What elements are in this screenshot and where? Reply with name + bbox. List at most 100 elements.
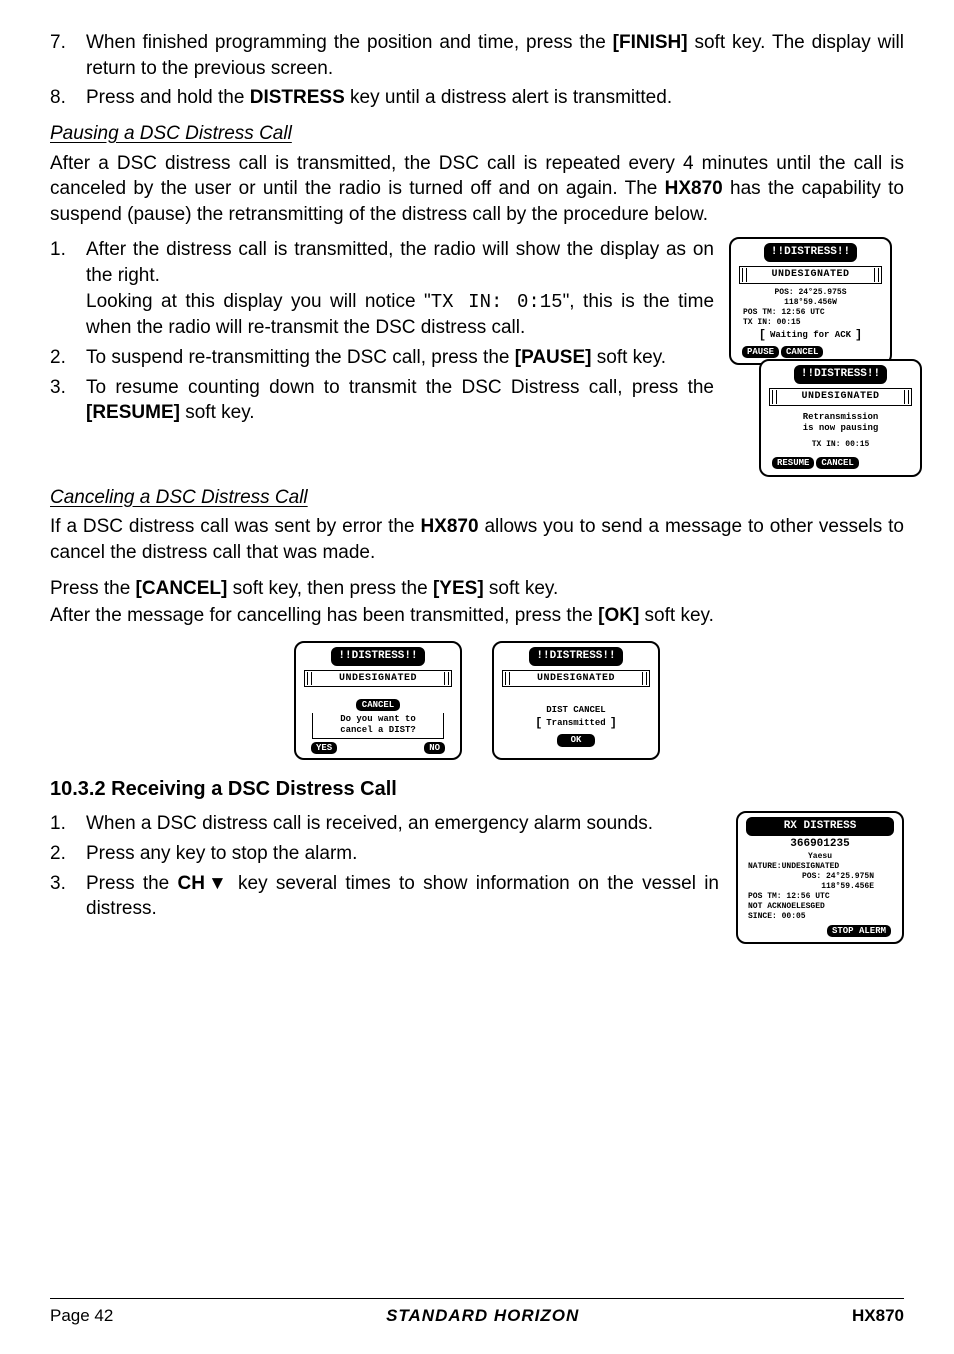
cancel-midtitle: CANCEL [356,699,400,711]
finish-key: [FINISH] [613,32,688,53]
display-title: !!DISTRESS!! [794,365,887,384]
step-number: 2. [50,841,66,867]
line: TX IN: 00:15 [767,440,914,450]
text: After the message for cancelling has bee… [50,605,598,626]
line: TX IN: 00:15 [737,318,884,328]
model-ref: HX870 [420,516,478,537]
display-body: POS: 24°25.975S 118°59.456W POS TM: 12:5… [737,288,884,343]
line: Waiting for ACK [770,330,851,341]
display-title: !!DISTRESS!! [331,647,424,666]
line: NATURE:UNDESIGNATED [744,862,896,872]
display-cancel-transmitted: !!DISTRESS!! UNDESIGNATED DIST CANCEL [T… [492,641,660,760]
distress-key: DISTRESS [250,87,345,108]
rx-display-wrap: RX DISTRESS 366901235 Yaesu NATURE:UNDES… [736,811,904,944]
text: If a DSC distress call was sent by error… [50,516,420,537]
display-title: RX DISTRESS [746,817,894,836]
line: POS TM: 12:56 UTC [737,308,884,318]
line: SINCE: 00:05 [744,912,896,922]
step-number: 3. [50,871,66,897]
text: When a DSC distress call is received, an… [86,813,653,834]
text: Press the [50,578,136,599]
display-subtitle: UNDESIGNATED [769,388,912,406]
waiting-row: [Waiting for ACK] [737,328,884,343]
display-title: !!DISTRESS!! [529,647,622,666]
line: NOT ACKNOELESGED [744,902,896,912]
text: To suspend re-transmitting the DSC call,… [86,347,515,368]
step-7: 7. When finished programming the positio… [86,30,904,81]
display-body: Retransmission is now pausing TX IN: 00:… [767,410,914,455]
step-text-after: key until a distress alert is transmitte… [345,87,672,108]
no-softkey[interactable]: NO [424,742,445,754]
step-number: 1. [50,811,66,837]
text: soft key, then press the [227,578,433,599]
line: Transmitted [546,718,605,729]
cancel-instruction-2: After the message for cancelling has bee… [50,603,904,629]
ch-down-key: CH▼ [178,873,230,894]
display-rx-distress: RX DISTRESS 366901235 Yaesu NATURE:UNDES… [736,811,904,944]
pausing-paragraph: After a DSC distress call is transmitted… [50,151,904,228]
yes-softkey[interactable]: YES [311,742,337,754]
step-number: 2. [50,345,66,371]
resume-key: [RESUME] [86,402,180,423]
step-number: 7. [50,30,66,56]
line: POS TM: 12:56 UTC [744,892,896,902]
ok-softkey[interactable]: OK [557,734,596,746]
cancel-key: [CANCEL] [136,578,228,599]
pause-key: [PAUSE] [515,347,592,368]
text: soft key. [639,605,714,626]
text: After the distress call is transmitted, … [86,239,714,286]
recv-step-1: 1. When a DSC distress call is received,… [86,811,719,837]
text: To resume counting down to transmit the … [86,377,714,398]
display-title: !!DISTRESS!! [764,243,857,262]
step-8: 8. Press and hold the DISTRESS key until… [86,85,904,111]
cancel-softkey[interactable]: CANCEL [816,457,858,469]
intro-steps: 7. When finished programming the positio… [50,30,904,111]
page-number: Page 42 [50,1305,113,1328]
confirm-box: Do you want to cancel a DIST? [312,713,444,740]
resume-softkey[interactable]: RESUME [772,457,814,469]
pause-step-1: 1. After the distress call is transmitte… [86,237,714,341]
stop-alarm-softkey[interactable]: STOP ALERM [827,925,891,937]
ok-key: [OK] [598,605,639,626]
step-text: When finished programming the position a… [86,32,613,53]
step-number: 8. [50,85,66,111]
display-distress-waiting: !!DISTRESS!! UNDESIGNATED POS: 24°25.975… [729,237,892,365]
tx-in-label: TX IN: 0:15 [431,291,563,313]
step-number: 3. [50,375,66,401]
model-ref: HX870 [665,178,723,199]
text: Looking at this display you will notice … [86,291,431,312]
display-subtitle: UNDESIGNATED [304,670,452,688]
line: cancel a DIST? [313,725,443,736]
display-cancel-confirm: !!DISTRESS!! UNDESIGNATED CANCEL Do you … [294,641,462,760]
page-footer: Page 42 STANDARD HORIZON HX870 [50,1298,904,1328]
display-subtitle: UNDESIGNATED [739,266,882,284]
line: DIST CANCEL [500,705,652,716]
pause-softkey[interactable]: PAUSE [742,346,779,358]
pausing-heading: Pausing a DSC Distress Call [50,121,904,147]
pause-step-2: 2. To suspend re-transmitting the DSC ca… [86,345,714,371]
step-number: 1. [50,237,66,263]
display-body: 366901235 Yaesu NATURE:UNDESIGNATED POS:… [744,838,896,922]
cancel-softkey[interactable]: CANCEL [781,346,823,358]
yes-key: [YES] [433,578,484,599]
cancel-instruction-1: Press the [CANCEL] soft key, then press … [50,576,904,602]
line: Yaesu [744,852,896,862]
line: POS: 24°25.975N [744,872,896,882]
step-text: Press and hold the [86,87,250,108]
pause-displays: !!DISTRESS!! UNDESIGNATED POS: 24°25.975… [729,237,904,476]
line: 118°59.456W [737,298,884,308]
text: Press any key to stop the alarm. [86,843,357,864]
text: soft key. [591,347,666,368]
line: POS: 24°25.975S [737,288,884,298]
pause-step-3: 3. To resume counting down to transmit t… [86,375,714,426]
line: Do you want to [313,714,443,725]
line: is now pausing [767,423,914,434]
line: Retransmission [767,412,914,423]
display-distress-paused: !!DISTRESS!! UNDESIGNATED Retransmission… [759,359,922,476]
text: soft key. [484,578,559,599]
text: Press the [86,873,178,894]
cancel-paragraph: If a DSC distress call was sent by error… [50,514,904,565]
recv-step-2: 2. Press any key to stop the alarm. [86,841,719,867]
brand-logo: STANDARD HORIZON [386,1305,579,1328]
recv-step-3: 3. Press the CH▼ key several times to sh… [86,871,719,922]
